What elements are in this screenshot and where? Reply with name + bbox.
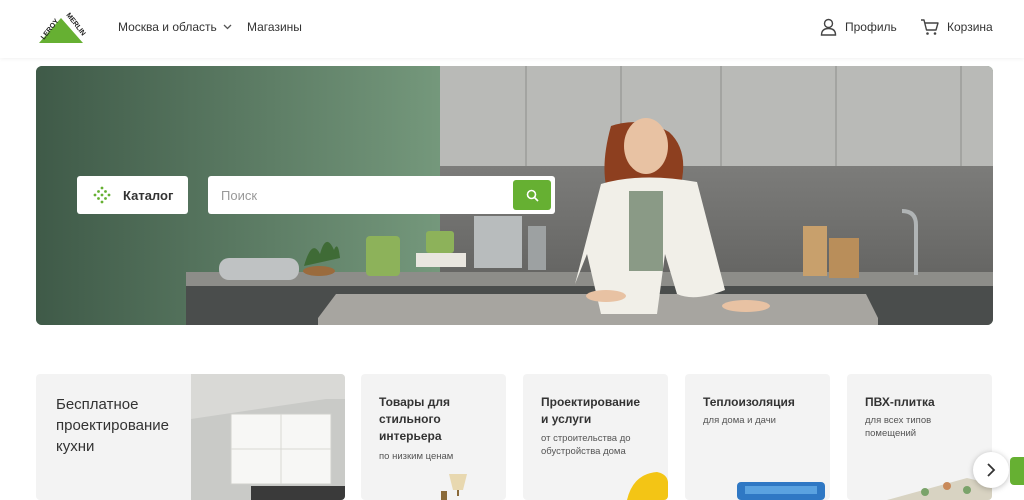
card-subtitle-line: для всех типов <box>865 415 932 426</box>
card-title: Теплоизоляция <box>703 394 795 411</box>
region-selector[interactable]: Москва и область <box>118 20 232 34</box>
card-subtitle-line: помещений <box>865 428 917 439</box>
card-title-line: проектирование <box>56 417 169 434</box>
card-subtitle-line: от строительства до <box>541 433 631 444</box>
card-subtitle: для дома и дачи <box>703 415 776 426</box>
card-subtitle: по низким ценам <box>379 451 454 462</box>
card-subtitle: для всех типов помещений <box>865 414 931 440</box>
stores-link[interactable]: Магазины <box>247 20 302 34</box>
chevron-down-icon <box>223 24 232 30</box>
catalog-label: Каталог <box>123 187 174 203</box>
card-subtitle-line: обустройства дома <box>541 446 626 457</box>
cart-label: Корзина <box>947 20 993 34</box>
chevron-right-icon <box>987 463 996 477</box>
card-title-line: Товары для <box>379 395 450 409</box>
catalog-button[interactable]: Каталог <box>77 176 188 214</box>
region-label: Москва и область <box>118 20 217 34</box>
profile-label: Профиль <box>845 20 897 34</box>
promo-card-design-services[interactable]: Проектирование и услуги от строительства… <box>523 374 668 500</box>
promo-card-interior-goods[interactable]: Товары для стильного интерьера по низким… <box>361 374 506 500</box>
search-icon <box>526 189 539 202</box>
site-header: MERLIN LEROY Москва и область Магазины П… <box>0 0 1024 58</box>
card-title: ПВХ-плитка <box>865 394 935 411</box>
search-input[interactable] <box>208 176 508 214</box>
search-button[interactable] <box>513 180 551 210</box>
insulation-package-image <box>737 482 825 500</box>
card-title-line: Теплоизоляция <box>703 395 795 409</box>
cart-icon <box>921 19 939 35</box>
promo-card-insulation[interactable]: Теплоизоляция для дома и дачи <box>685 374 830 500</box>
promo-card-kitchen-design[interactable]: Бесплатное проектирование кухни <box>36 374 345 500</box>
card-title: Проектирование и услуги <box>541 394 640 428</box>
catalog-dots-icon <box>93 186 111 204</box>
card-title-line: и услуги <box>541 412 592 426</box>
promo-card-pvc-tiles[interactable]: ПВХ-плитка для всех типов помещений <box>847 374 992 500</box>
card-subtitle: от строительства до обустройства дома <box>541 432 631 458</box>
carousel-next-button[interactable] <box>973 452 1009 488</box>
search-bar <box>208 176 555 214</box>
card-title-line: ПВХ-плитка <box>865 395 935 409</box>
card-title-line: кухни <box>56 438 95 455</box>
card-title-line: стильного <box>379 412 441 426</box>
user-icon <box>820 18 837 36</box>
hero-banner[interactable]: Каталог <box>36 66 993 325</box>
card-title: Товары для стильного интерьера <box>379 394 450 445</box>
card-title-line: интерьера <box>379 429 442 443</box>
side-widget-tab[interactable] <box>1010 457 1024 485</box>
logo-icon: MERLIN LEROY <box>39 12 86 43</box>
card-title-line: Бесплатное <box>56 396 139 413</box>
profile-button[interactable]: Профиль <box>820 18 897 36</box>
cart-button[interactable]: Корзина <box>920 18 993 36</box>
leroy-merlin-logo[interactable]: MERLIN LEROY <box>35 10 87 44</box>
card-title-line: Проектирование <box>541 395 641 409</box>
card-title: Бесплатное проектирование кухни <box>56 394 169 457</box>
